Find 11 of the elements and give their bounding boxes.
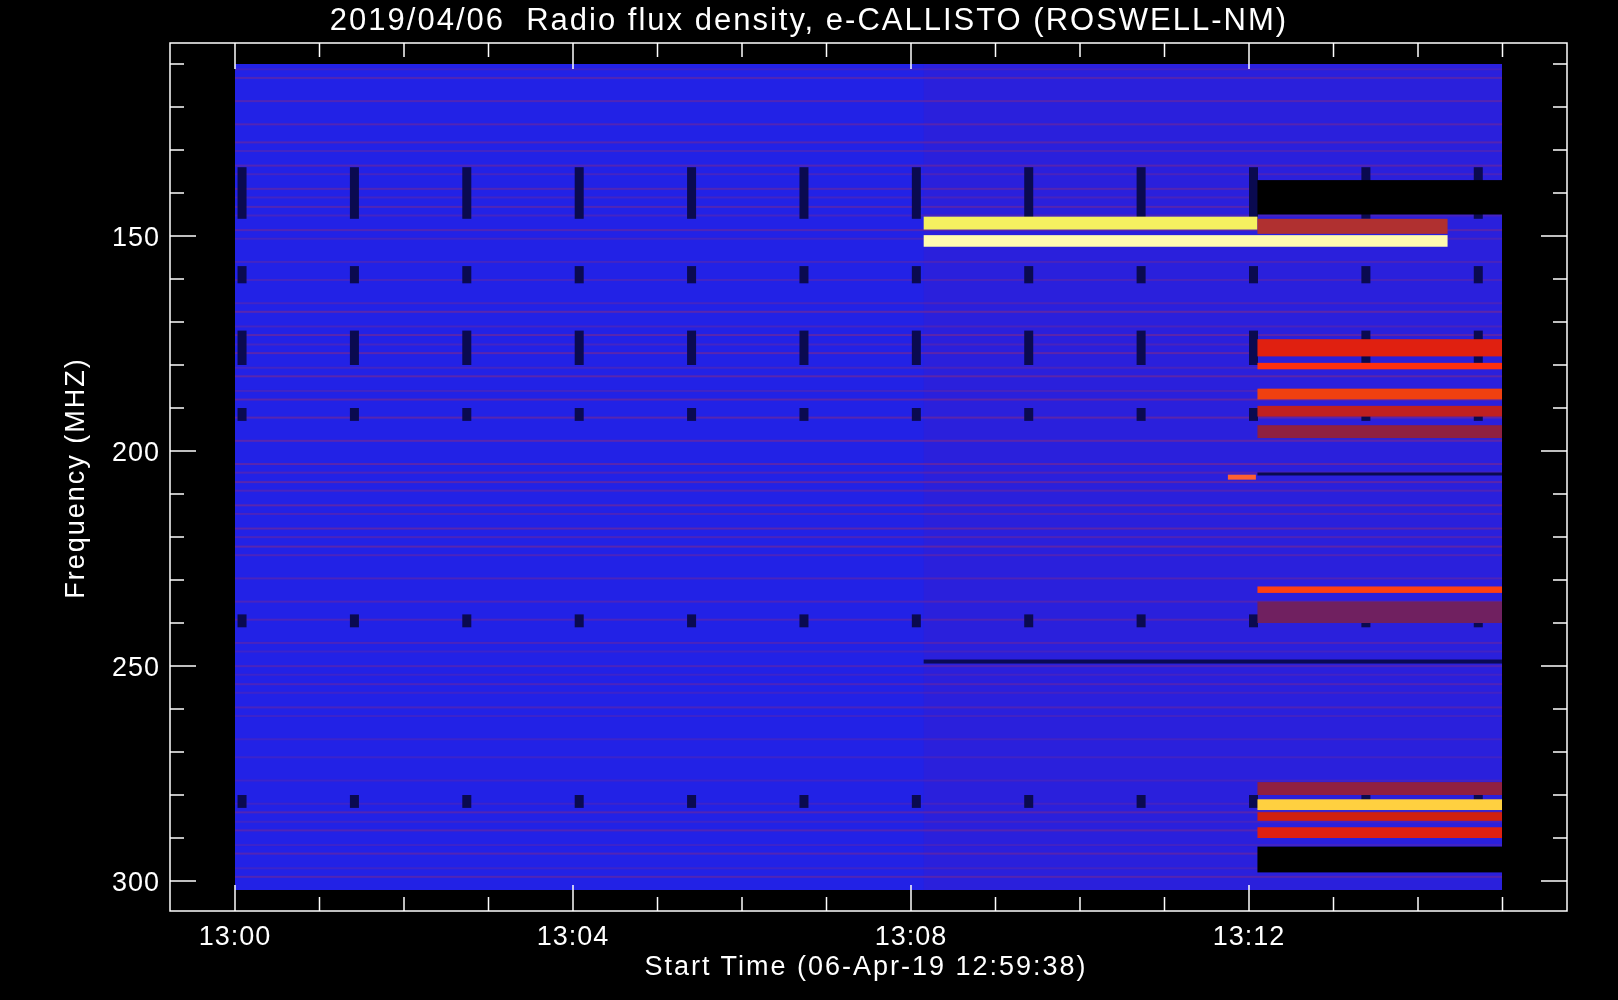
x-axis-label: Start Time (06-Apr-19 12:59:38) (644, 951, 1088, 981)
chart-title: 2019/04/06 Radio flux density, e-CALLISTO (ROSWELL-NM) (329, 2, 1289, 37)
x-tick-label: 13:08 (874, 921, 948, 951)
x-tick-label: 13:04 (536, 921, 610, 951)
x-tick-label: 13:00 (198, 921, 272, 951)
y-tick-label: 150 (111, 222, 160, 252)
x-tick-label: 13:12 (1212, 921, 1286, 951)
y-tick-label: 250 (111, 652, 160, 682)
y-axis-label: Frequency (MHZ) (60, 357, 90, 599)
y-tick-label: 200 (111, 437, 160, 467)
y-tick-label: 300 (111, 867, 160, 897)
